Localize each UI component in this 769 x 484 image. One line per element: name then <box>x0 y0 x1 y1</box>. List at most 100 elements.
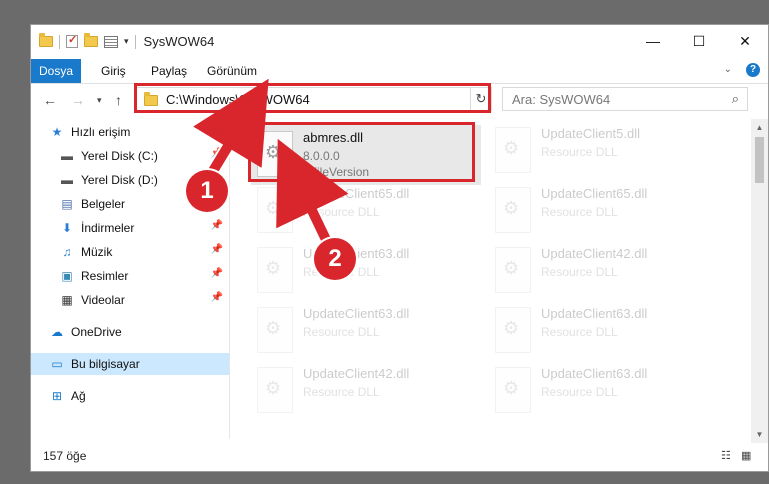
file-description: Resource DLL <box>541 325 618 339</box>
pictures-icon: ▣ <box>61 269 73 283</box>
file-description: Resource DLL <box>541 385 618 399</box>
file-tile[interactable]: UpdateClient5.dll Resource DLL <box>489 121 719 181</box>
file-tile[interactable]: UpdateClient65.dll Resource DLL <box>489 181 719 241</box>
pin-icon[interactable]: 📌 <box>211 268 223 279</box>
pin-icon[interactable]: 📌 <box>211 244 223 255</box>
customize-toolbar-chevron-icon[interactable]: ▾ <box>124 36 129 47</box>
sidebar-item-downloads[interactable]: ⬇ İndirmeler 📌 <box>31 217 229 239</box>
file-name: UpdateClient42.dll <box>541 246 648 261</box>
file-name: UpdateClient63.dll <box>303 306 410 321</box>
dll-file-icon <box>495 307 531 353</box>
search-icon: ⌕ <box>731 91 739 106</box>
ribbon-tabs: Dosya Giriş Paylaş Görünüm ⌄ ? <box>31 59 768 84</box>
dll-file-icon <box>495 367 531 413</box>
sidebar-item-onedrive[interactable]: ☁ OneDrive <box>31 321 229 343</box>
sidebar-item-music[interactable]: ♫ Müzik 📌 <box>31 241 229 263</box>
recent-locations-chevron-icon[interactable]: ▾ <box>97 95 102 106</box>
status-bar: 157 öğe ☷ ▦ <box>31 441 768 471</box>
dll-file-icon <box>495 247 531 293</box>
file-description: Resource DLL <box>303 205 380 219</box>
file-name: UpdateClient65.dll <box>303 186 410 201</box>
file-tile[interactable]: UpdateClient63.dll Resource DLL <box>489 361 719 421</box>
file-description: Resource DLL <box>303 325 380 339</box>
file-tile[interactable]: UpdateClient42.dll Resource DLL <box>251 361 481 421</box>
navigation-pane: ★ Hızlı erişim ▬ Yerel Disk (C:) 📌 ▬ Yer… <box>31 119 229 439</box>
window-title: SysWOW64 <box>143 34 215 49</box>
details-view-icon[interactable]: ☷ <box>721 449 734 462</box>
callout-step-1: 1 <box>186 170 228 212</box>
tab-view[interactable]: Görünüm <box>207 59 257 83</box>
list-properties-icon[interactable] <box>104 35 118 48</box>
star-icon: ★ <box>51 125 63 139</box>
music-icon: ♫ <box>62 245 72 259</box>
file-name: UpdateClient42.dll <box>303 366 410 381</box>
sidebar-item-label: OneDrive <box>71 325 122 339</box>
sidebar-item-label: Müzik <box>81 245 113 259</box>
vertical-scrollbar[interactable]: ▲ ▼ <box>751 119 768 443</box>
file-name: UpdateClient5.dll <box>541 126 641 141</box>
new-folder-icon[interactable] <box>84 33 98 47</box>
tab-share[interactable]: Paylaş <box>151 59 187 83</box>
file-highlight-box <box>248 122 475 182</box>
forward-arrow-icon[interactable]: → <box>71 92 85 108</box>
sidebar-item-pictures[interactable]: ▣ Resimler 📌 <box>31 265 229 287</box>
sidebar-item-local-disk-c[interactable]: ▬ Yerel Disk (C:) 📌 <box>31 145 229 167</box>
divider <box>134 34 136 49</box>
dll-file-icon <box>495 187 531 233</box>
properties-check-icon[interactable] <box>66 33 78 48</box>
up-arrow-icon[interactable]: ↑ <box>115 92 122 108</box>
file-name: UpdateClient65.dll <box>541 186 648 201</box>
sidebar-item-network[interactable]: ⊞ Ağ <box>31 385 229 407</box>
search-input[interactable]: Ara: SysWOW64 ⌕ <box>502 87 748 111</box>
file-description: Resource DLL <box>541 265 618 279</box>
item-count: 157 öğe <box>43 449 87 463</box>
cloud-icon: ☁ <box>51 325 63 339</box>
window-controls: — ☐ ✕ <box>630 25 768 57</box>
address-highlight-box <box>134 83 491 113</box>
computer-icon: ▭ <box>51 357 63 371</box>
sidebar-item-quick-access[interactable]: ★ Hızlı erişim <box>49 121 247 143</box>
pin-icon[interactable]: 📌 <box>211 148 223 159</box>
dll-file-icon <box>257 307 293 353</box>
maximize-button[interactable]: ☐ <box>676 25 722 57</box>
sidebar-item-label: Yerel Disk (D:) <box>81 173 158 187</box>
help-icon[interactable]: ? <box>746 63 760 77</box>
expand-ribbon-chevron-icon[interactable]: ⌄ <box>724 64 732 75</box>
dll-file-icon <box>495 127 531 173</box>
downloads-icon: ⬇ <box>61 221 73 235</box>
sidebar-item-label: İndirmeler <box>81 221 135 235</box>
large-icons-view-icon[interactable]: ▦ <box>741 449 754 462</box>
pin-icon[interactable]: 📌 <box>211 220 223 231</box>
dll-file-icon <box>257 247 293 293</box>
dll-file-icon <box>257 367 293 413</box>
documents-icon: ▤ <box>61 197 73 211</box>
file-tile[interactable]: UpdateClient63.dll Resource DLL <box>251 301 481 361</box>
sidebar-item-label: Videolar <box>81 293 125 307</box>
back-arrow-icon[interactable]: ← <box>43 92 57 108</box>
scroll-up-icon[interactable]: ▲ <box>751 119 768 136</box>
file-tile[interactable]: UpdateClient42.dll Resource DLL <box>489 241 719 301</box>
tab-home[interactable]: Giriş <box>101 59 126 83</box>
pin-icon[interactable]: 📌 <box>211 292 223 303</box>
file-tile[interactable]: UpdateClient63.dll Resource DLL <box>251 241 481 301</box>
drive-icon: ▬ <box>61 173 73 187</box>
sidebar-item-this-pc[interactable]: ▭ Bu bilgisayar <box>31 353 229 375</box>
tab-file[interactable]: Dosya <box>31 59 81 83</box>
sidebar-item-videos[interactable]: ▦ Videolar 📌 <box>31 289 229 311</box>
sidebar-item-label: Bu bilgisayar <box>71 357 140 371</box>
file-name: UpdateClient63.dll <box>541 366 648 381</box>
file-tile[interactable]: UpdateClient65.dll Resource DLL <box>251 181 481 241</box>
videos-icon: ▦ <box>61 293 73 307</box>
file-description: Resource DLL <box>541 205 618 219</box>
scroll-thumb[interactable] <box>755 137 764 183</box>
drive-icon: ▬ <box>61 149 73 163</box>
quick-access-toolbar: ▾ SysWOW64 <box>39 33 215 49</box>
sidebar-item-label: Ağ <box>71 389 86 403</box>
minimize-button[interactable]: — <box>630 25 676 57</box>
close-button[interactable]: ✕ <box>722 25 768 57</box>
network-icon: ⊞ <box>51 389 63 403</box>
search-placeholder: Ara: SysWOW64 <box>512 92 611 107</box>
sidebar-item-label: Yerel Disk (C:) <box>81 149 158 163</box>
pane-divider <box>229 119 230 439</box>
file-tile[interactable]: UpdateClient63.dll Resource DLL <box>489 301 719 361</box>
